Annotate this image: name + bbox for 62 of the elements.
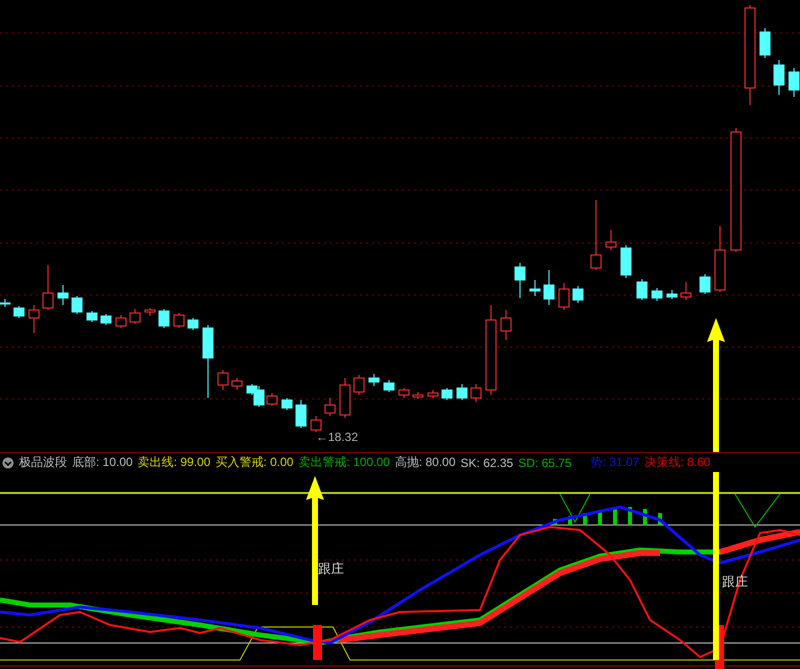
candlestick [130,308,140,324]
legend-value: 势: 31.07 [590,454,640,471]
candlestick [558,282,570,310]
legend-value: 决策线: 8.60 [644,454,710,471]
candlestick [310,416,322,432]
candlestick [116,314,126,328]
candlestick [100,314,112,326]
candlestick [544,270,554,306]
candlestick [514,262,526,298]
legend-value: 卖出线: 99.00 [138,454,210,471]
candlestick [606,230,616,250]
candlestick [500,310,512,340]
candlestick [714,226,726,292]
candlestick [666,290,678,300]
candlestick [324,398,336,416]
chevron-down-icon[interactable] [2,456,14,468]
candlestick [590,200,602,270]
candlestick [788,68,800,98]
candlestick [58,284,68,306]
candlestick [398,388,410,398]
price-label: ←18.32 [316,430,358,444]
candlestick [442,388,452,400]
candlestick [174,312,184,328]
candlestick [232,378,242,390]
candlestick [700,274,710,294]
candlestick [680,282,692,300]
candlestick [428,390,438,398]
legend-value: SD: 65.75 [518,456,572,470]
candlestick [572,286,584,304]
candlestick [368,374,380,386]
candlestick [296,400,306,428]
candlestick [456,384,468,400]
candlestick [470,384,482,402]
candlestick [760,28,770,58]
legend-value: 底部: 10.00 [72,454,133,471]
candlestick [42,264,54,310]
candlestick [384,380,394,392]
legend-value: SK: 62.35 [460,456,514,470]
candlestick [14,306,24,318]
candlestick [218,370,228,390]
candlestick [86,310,98,322]
indicator-name: 极品波段 [19,454,67,471]
candlestick [72,296,82,314]
candlestick [266,392,278,406]
candlestick [774,60,784,96]
legend-value: 买入警戒: 0.00 [215,454,294,471]
candlestick [0,298,10,308]
candlestick [340,378,350,418]
candlestick [530,280,540,296]
candlestick [158,308,170,328]
candlestick [144,308,156,316]
candlestick [354,374,364,396]
candlestick [28,304,40,334]
candlestick [652,288,662,302]
signal-label: 跟庄 [318,561,344,576]
candlestick [636,278,648,300]
candlestick [188,318,198,330]
candlestick [620,244,632,278]
legend-value: 卖出警戒: 100.00 [298,454,390,471]
candlestick [282,398,292,410]
legend-value: 高抛: 80.00 [394,454,456,471]
candlestick [412,392,424,400]
